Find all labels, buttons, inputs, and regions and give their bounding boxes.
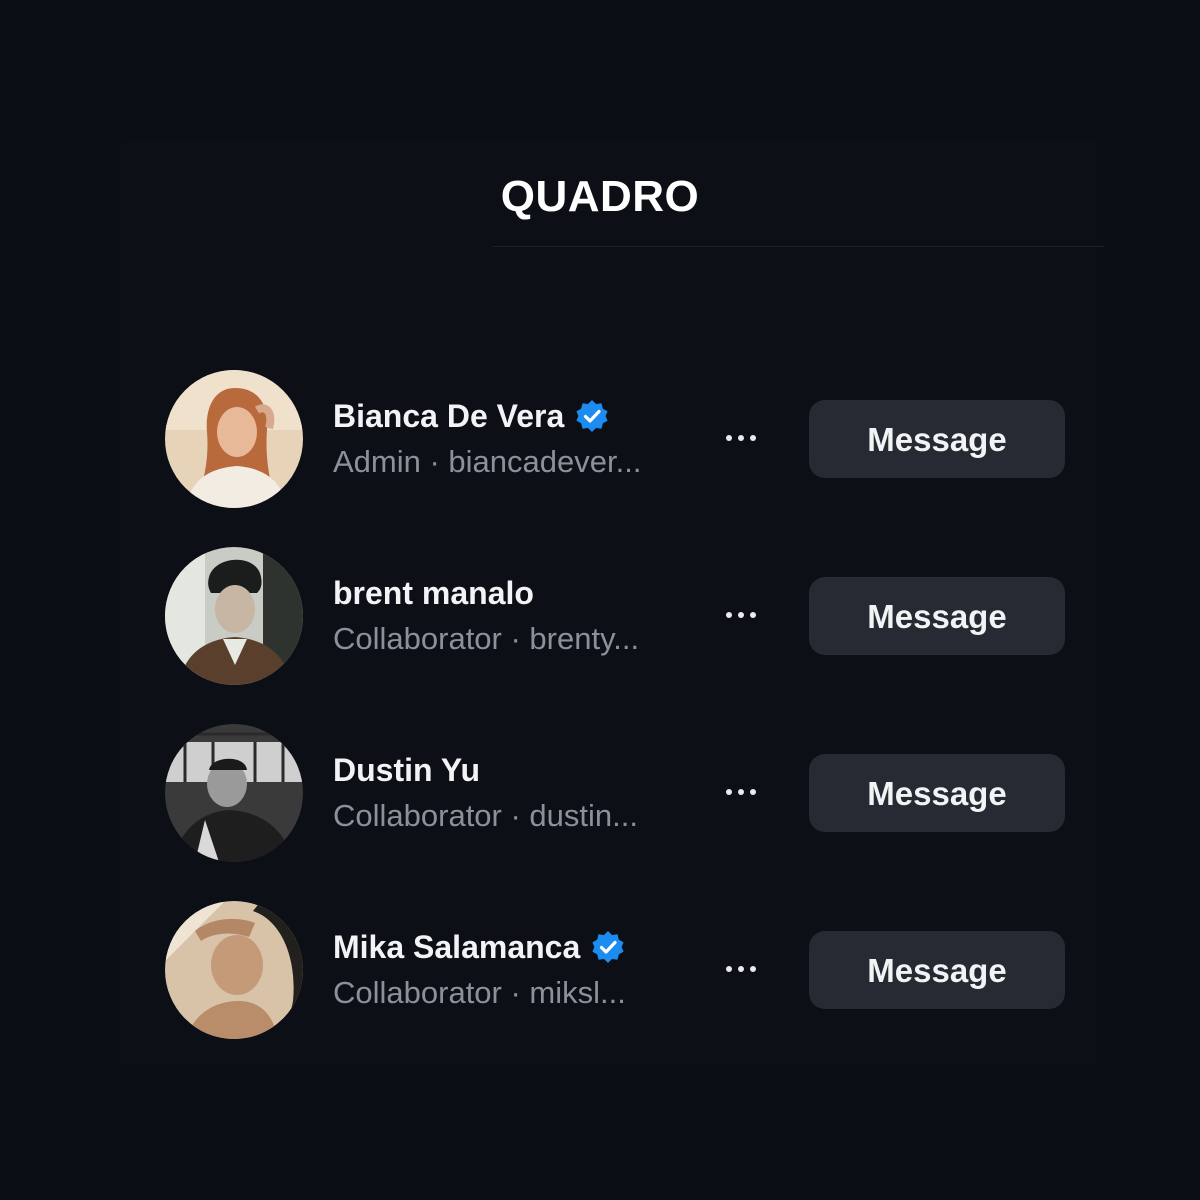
more-options-icon[interactable] xyxy=(717,778,765,806)
more-options-icon[interactable] xyxy=(717,955,765,983)
member-name[interactable]: brent manalo xyxy=(333,575,534,612)
member-row[interactable]: brent manalo Collaborator · brenty... Me… xyxy=(165,547,1065,687)
avatar[interactable] xyxy=(165,370,303,508)
title-divider xyxy=(492,246,1104,247)
member-name[interactable]: Mika Salamanca xyxy=(333,929,580,966)
message-button[interactable]: Message xyxy=(809,400,1065,478)
member-role-handle: Collaborator · dustin... xyxy=(333,798,638,833)
more-options-icon[interactable] xyxy=(717,601,765,629)
verified-badge-icon xyxy=(576,400,608,432)
message-button[interactable]: Message xyxy=(809,754,1065,832)
message-button[interactable]: Message xyxy=(809,577,1065,655)
group-members-screen: QUADRO Bianca De Vera Admin · biancadeve… xyxy=(0,0,1200,1200)
member-row[interactable]: Bianca De Vera Admin · biancadever... Me… xyxy=(165,370,1065,510)
more-options-icon[interactable] xyxy=(717,424,765,452)
member-role-handle: Collaborator · miksl... xyxy=(333,975,626,1010)
member-name[interactable]: Dustin Yu xyxy=(333,752,480,789)
avatar[interactable] xyxy=(165,901,303,1039)
group-title: QUADRO xyxy=(500,172,700,221)
member-name[interactable]: Bianca De Vera xyxy=(333,398,564,435)
message-button[interactable]: Message xyxy=(809,931,1065,1009)
member-role-handle: Collaborator · brenty... xyxy=(333,621,640,656)
member-row[interactable]: Dustin Yu Collaborator · dustin... Messa… xyxy=(165,724,1065,864)
verified-badge-icon xyxy=(592,931,624,963)
avatar[interactable] xyxy=(165,724,303,862)
member-role-handle: Admin · biancadever... xyxy=(333,444,642,479)
member-row[interactable]: Mika Salamanca Collaborator · miksl... M… xyxy=(165,901,1065,1041)
avatar[interactable] xyxy=(165,547,303,685)
